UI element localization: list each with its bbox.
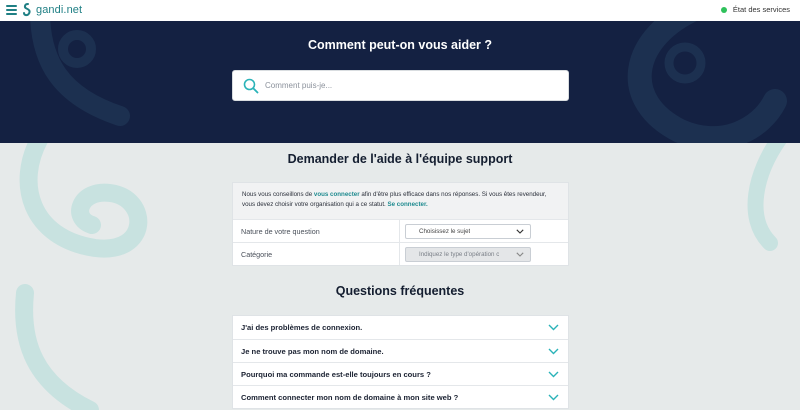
gandi-logo-icon xyxy=(23,3,31,17)
faq-item[interactable]: J'ai des problèmes de connexion. xyxy=(233,316,568,339)
category-label: Catégorie xyxy=(233,243,400,265)
subject-select[interactable]: Choisissez le sujet xyxy=(405,223,531,239)
search-icon xyxy=(243,78,259,93)
hero-banner: Comment peut-on vous aider ? xyxy=(0,21,800,143)
status-label: État des services xyxy=(732,5,790,14)
hero-title: Comment peut-on vous aider ? xyxy=(307,38,493,52)
category-row: Catégorie Indiquez le type d'opération c xyxy=(233,242,568,265)
faq-question: J'ai des problèmes de connexion. xyxy=(241,323,363,332)
faq-question: Pourquoi ma commande est-elle toujours e… xyxy=(241,369,431,379)
chevron-down-icon xyxy=(516,228,524,234)
sign-in-link[interactable]: Se connecter. xyxy=(388,201,428,208)
search-box[interactable] xyxy=(232,70,569,101)
faq-item[interactable]: Je ne trouve pas mon nom de domaine. xyxy=(233,339,568,362)
faq-item[interactable]: Pourquoi ma commande est-elle toujours e… xyxy=(233,362,568,385)
status-dot-icon xyxy=(720,6,727,13)
chevron-down-icon xyxy=(516,251,524,257)
question-type-row: Nature de votre question Choisissez le s… xyxy=(233,219,568,242)
notice-text-1: Nous vous conseillons de xyxy=(242,191,314,198)
login-link[interactable]: vous connecter xyxy=(314,191,360,198)
support-section-title: Demander de l'aide à l'équipe support xyxy=(287,152,513,166)
faq-item[interactable]: Comment connecter mon nom de domaine à m… xyxy=(233,385,568,408)
faq-list: J'ai des problèmes de connexion. Je ne t… xyxy=(232,315,569,409)
category-field: Indiquez le type d'opération c xyxy=(400,243,568,265)
support-form: Nous vous conseillons de vous connecter … xyxy=(232,182,569,266)
search-input[interactable] xyxy=(265,81,555,90)
category-select-value: Indiquez le type d'opération c xyxy=(419,250,500,258)
chevron-down-icon xyxy=(548,371,559,377)
chevron-down-icon xyxy=(548,324,559,331)
top-bar: gandi.net État des services xyxy=(0,0,800,21)
question-type-field: Choisissez le sujet xyxy=(400,220,568,242)
chevron-down-icon xyxy=(548,394,559,400)
faq-section-title: Questions fréquentes xyxy=(335,284,465,298)
service-status-link[interactable]: État des services xyxy=(720,5,790,14)
faq-question: Je ne trouve pas mon nom de domaine. xyxy=(241,346,384,356)
question-type-label: Nature de votre question xyxy=(233,220,400,242)
hamburger-menu-icon[interactable] xyxy=(6,5,17,15)
gandi-logo[interactable]: gandi.net xyxy=(22,2,82,18)
category-select: Indiquez le type d'opération c xyxy=(405,246,531,262)
subject-select-value: Choisissez le sujet xyxy=(419,227,471,235)
logo-text: gandi.net xyxy=(36,4,83,16)
faq-question: Comment connecter mon nom de domaine à m… xyxy=(241,392,459,402)
chevron-down-icon xyxy=(548,348,559,354)
login-notice: Nous vous conseillons de vous connecter … xyxy=(233,183,568,219)
